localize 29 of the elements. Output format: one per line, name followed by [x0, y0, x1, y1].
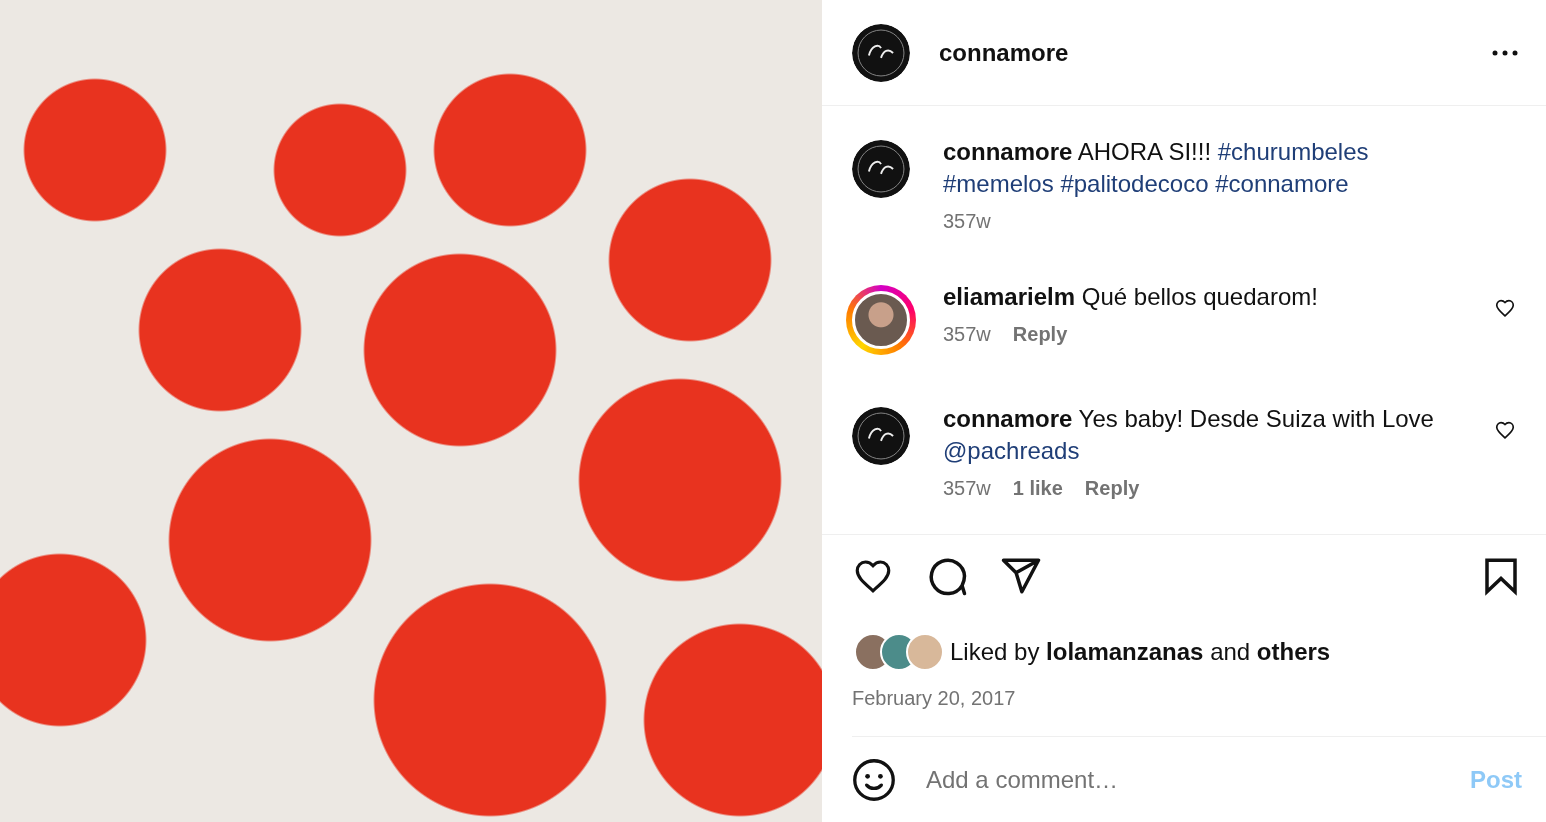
username-link[interactable]: connamore	[939, 38, 1490, 67]
heart-icon[interactable]	[1494, 297, 1516, 319]
reply-link[interactable]: Reply	[1084, 477, 1140, 500]
mention-link[interactable]: @pachreads	[943, 437, 1080, 464]
timestamp: 357w	[943, 210, 991, 233]
hashtag-link[interactable]: #memelos	[943, 170, 1054, 197]
timestamp: 357w	[943, 477, 991, 500]
logo-avatar[interactable]	[852, 140, 910, 198]
comment-text: eliamarielm Qué bellos quedarom!	[943, 282, 1319, 312]
comment-icon[interactable]	[926, 555, 968, 597]
logo-avatar[interactable]	[852, 23, 910, 82]
emoji-icon[interactable]	[852, 757, 896, 802]
hashtag-link[interactable]: #connamore	[1215, 170, 1349, 197]
post-date: February 20, 2017	[852, 687, 1546, 737]
caption-text: connamore AHORA SI!!! #churumbeles #memelos #palitodecoco #connamore	[943, 137, 1370, 199]
comment-text: connamore Yes baby! Desde Suiza with Love @pachreads	[943, 404, 1435, 466]
reply-link[interactable]: Reply	[1012, 323, 1068, 346]
timestamp: 357w	[943, 323, 991, 346]
liked-by-text[interactable]: Liked by lolamanzanas and others	[950, 638, 1331, 666]
username-link[interactable]: connamore	[943, 138, 1073, 165]
username-link[interactable]: eliamarielm	[943, 283, 1076, 310]
hashtag-link[interactable]: #churumbeles	[1217, 138, 1369, 165]
likes-count[interactable]: 1 like	[1012, 477, 1063, 500]
comment-input[interactable]: Add a comment…	[924, 764, 1470, 795]
heart-icon[interactable]	[1494, 419, 1516, 441]
liker-avatars-drawing[interactable]	[854, 633, 944, 671]
username-link[interactable]: connamore	[943, 405, 1073, 432]
logo-avatar[interactable]	[852, 407, 910, 465]
hashtag-link[interactable]: #palitodecoco	[1060, 170, 1209, 197]
